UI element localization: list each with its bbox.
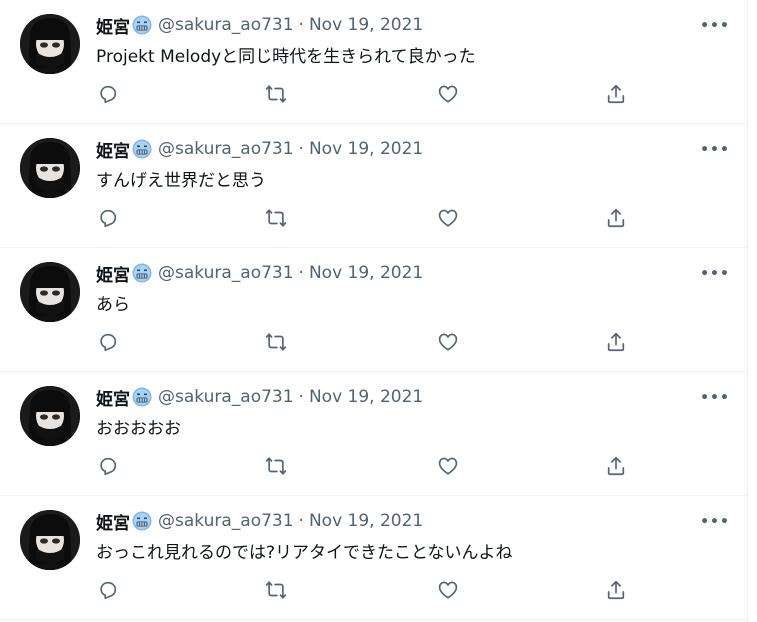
- like-icon[interactable]: [436, 206, 460, 230]
- tweet-text: おっこれ見れるのでは?リアタイできたことないんよね: [96, 543, 513, 563]
- share-icon[interactable]: [604, 454, 628, 478]
- more-options-icon[interactable]: •••: [700, 262, 730, 286]
- crying-face-emoji-icon: [132, 387, 152, 407]
- tweet-header: 姫宮 @sakura_ao731 · Nov 19, 2021: [96, 260, 423, 286]
- like-icon[interactable]: [436, 82, 460, 106]
- tweet-header: 姫宮 @sakura_ao731 · Nov 19, 2021: [96, 384, 423, 410]
- user-handle[interactable]: @sakura_ao731: [158, 139, 294, 159]
- display-name[interactable]: 姫宮: [96, 13, 130, 38]
- retweet-icon[interactable]: [264, 578, 288, 602]
- tweet-text: すんげえ世界だと思う: [96, 171, 266, 191]
- tweet[interactable]: 姫宮 @sakura_ao731 · Nov 19, 2021 ••• おおおお…: [0, 372, 747, 496]
- separator-dot: ·: [298, 139, 304, 159]
- display-name[interactable]: 姫宮: [96, 385, 130, 410]
- avatar[interactable]: [20, 138, 80, 198]
- tweet-actions: [96, 206, 636, 230]
- reply-icon[interactable]: [96, 206, 120, 230]
- tweet-actions: [96, 454, 636, 478]
- like-icon[interactable]: [436, 330, 460, 354]
- tweet-date[interactable]: Nov 19, 2021: [309, 387, 423, 407]
- separator-dot: ·: [298, 263, 304, 283]
- separator-dot: ·: [298, 511, 304, 531]
- display-name[interactable]: 姫宮: [96, 137, 130, 162]
- more-options-icon[interactable]: •••: [700, 138, 730, 162]
- timeline: 姫宮 @sakura_ao731 · Nov 19, 2021 ••• Proj…: [0, 0, 748, 622]
- tweet-date[interactable]: Nov 19, 2021: [309, 263, 423, 283]
- display-name[interactable]: 姫宮: [96, 509, 130, 534]
- retweet-icon[interactable]: [264, 206, 288, 230]
- tweet-actions: [96, 82, 636, 106]
- share-icon[interactable]: [604, 206, 628, 230]
- share-icon[interactable]: [604, 330, 628, 354]
- reply-icon[interactable]: [96, 330, 120, 354]
- tweet-header: 姫宮 @sakura_ao731 · Nov 19, 2021: [96, 12, 423, 38]
- tweet[interactable]: 姫宮 @sakura_ao731 · Nov 19, 2021 ••• あら: [0, 248, 747, 372]
- tweet[interactable]: 姫宮 @sakura_ao731 · Nov 19, 2021 ••• すんげえ…: [0, 124, 747, 248]
- crying-face-emoji-icon: [132, 263, 152, 283]
- reply-icon[interactable]: [96, 454, 120, 478]
- user-handle[interactable]: @sakura_ao731: [158, 15, 294, 35]
- share-icon[interactable]: [604, 82, 628, 106]
- avatar[interactable]: [20, 14, 80, 74]
- reply-icon[interactable]: [96, 578, 120, 602]
- retweet-icon[interactable]: [264, 330, 288, 354]
- user-handle[interactable]: @sakura_ao731: [158, 511, 294, 531]
- tweet-date[interactable]: Nov 19, 2021: [309, 15, 423, 35]
- separator-dot: ·: [298, 15, 304, 35]
- avatar[interactable]: [20, 386, 80, 446]
- crying-face-emoji-icon: [132, 139, 152, 159]
- like-icon[interactable]: [436, 454, 460, 478]
- more-options-icon[interactable]: •••: [700, 386, 730, 410]
- tweet-date[interactable]: Nov 19, 2021: [309, 139, 423, 159]
- more-options-icon[interactable]: •••: [700, 14, 730, 38]
- tweet[interactable]: 姫宮 @sakura_ao731 · Nov 19, 2021 ••• Proj…: [0, 0, 747, 124]
- tweet-text: Projekt Melodyと同じ時代を生きられて良かった: [96, 47, 476, 67]
- reply-icon[interactable]: [96, 82, 120, 106]
- tweet-text: おおおおお: [96, 419, 181, 439]
- crying-face-emoji-icon: [132, 15, 152, 35]
- tweet[interactable]: 姫宮 @sakura_ao731 · Nov 19, 2021 ••• おっこれ…: [0, 496, 747, 620]
- tweet-text: あら: [96, 295, 130, 315]
- user-handle[interactable]: @sakura_ao731: [158, 263, 294, 283]
- user-handle[interactable]: @sakura_ao731: [158, 387, 294, 407]
- more-options-icon[interactable]: •••: [700, 510, 730, 534]
- like-icon[interactable]: [436, 578, 460, 602]
- tweet-date[interactable]: Nov 19, 2021: [309, 511, 423, 531]
- avatar[interactable]: [20, 510, 80, 570]
- tweet-actions: [96, 330, 636, 354]
- tweet-header: 姫宮 @sakura_ao731 · Nov 19, 2021: [96, 136, 423, 162]
- avatar[interactable]: [20, 262, 80, 322]
- tweet-header: 姫宮 @sakura_ao731 · Nov 19, 2021: [96, 508, 423, 534]
- crying-face-emoji-icon: [132, 511, 152, 531]
- separator-dot: ·: [298, 387, 304, 407]
- retweet-icon[interactable]: [264, 82, 288, 106]
- share-icon[interactable]: [604, 578, 628, 602]
- display-name[interactable]: 姫宮: [96, 261, 130, 286]
- retweet-icon[interactable]: [264, 454, 288, 478]
- tweet-actions: [96, 578, 636, 602]
